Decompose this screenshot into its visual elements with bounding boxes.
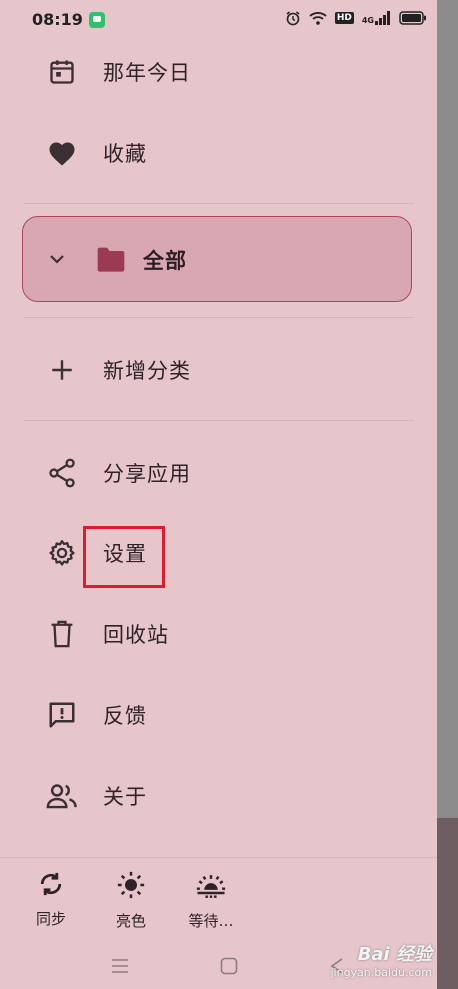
menu-item-label: 新增分类	[103, 359, 191, 383]
sync-button[interactable]: 同步	[16, 870, 86, 929]
share-icon	[44, 455, 80, 491]
menu-nav-icon[interactable]	[110, 957, 130, 979]
light-theme-button[interactable]: 亮色	[96, 870, 166, 931]
chat-app-icon	[89, 12, 105, 28]
watermark-url: jingyan.baidu.com	[330, 966, 432, 979]
trash-icon	[44, 616, 80, 652]
divider	[24, 203, 414, 204]
folder-icon	[95, 245, 127, 277]
wifi-icon	[309, 10, 327, 26]
sunrise-icon	[195, 870, 227, 904]
sync-label: 同步	[35, 910, 66, 928]
status-bar: 08:19 HD 4G	[0, 0, 437, 40]
menu-item-label: 回收站	[103, 623, 169, 647]
category-all[interactable]: 全部	[22, 216, 412, 302]
menu-item-on-this-day[interactable]: 那年今日	[0, 42, 437, 102]
home-nav-icon[interactable]	[220, 957, 238, 979]
divider	[24, 420, 414, 421]
plus-icon	[44, 352, 80, 388]
menu-item-label: 关于	[103, 785, 147, 809]
menu-item-about[interactable]: 关于	[0, 766, 437, 826]
category-label: 全部	[143, 249, 187, 273]
waiting-button[interactable]: 等待…	[176, 870, 246, 931]
menu-item-label: 收藏	[103, 142, 147, 166]
menu-item-recycle-bin[interactable]: 回收站	[0, 604, 437, 664]
settings-highlight-box	[83, 526, 165, 588]
sync-icon	[37, 870, 65, 902]
people-icon	[44, 778, 80, 814]
signal-icon: 4G	[362, 11, 391, 25]
status-icons: HD 4G	[285, 10, 427, 26]
battery-icon	[399, 11, 427, 25]
light-theme-label: 亮色	[115, 912, 146, 930]
menu-item-favorites[interactable]: 收藏	[0, 123, 437, 183]
scrim-content-strip	[437, 818, 458, 989]
baidu-jingyan-watermark: Bai 经验 jingyan.baidu.com	[330, 940, 432, 979]
alarm-icon	[285, 10, 301, 26]
menu-item-label: 反馈	[103, 704, 147, 728]
menu-item-settings[interactable]: 设置	[0, 523, 437, 583]
menu-item-label: 那年今日	[103, 61, 191, 85]
menu-item-label: 分享应用	[103, 462, 191, 486]
sun-icon	[116, 870, 146, 904]
menu-item-add-category[interactable]: 新增分类	[0, 340, 437, 400]
navigation-drawer: 那年今日 收藏 全部 新增分类 分享应用 设置 回收站 反馈 关于 同步 亮色 …	[0, 40, 437, 989]
status-time: 08:19	[32, 10, 83, 29]
menu-item-share-app[interactable]: 分享应用	[0, 443, 437, 503]
gear-icon	[44, 535, 80, 571]
waiting-label: 等待…	[188, 912, 234, 930]
network-type-label: 4G	[361, 16, 374, 25]
feedback-icon	[44, 697, 80, 733]
chevron-down-icon[interactable]	[45, 247, 69, 275]
hd-icon: HD	[334, 12, 354, 24]
heart-icon	[44, 135, 80, 171]
menu-item-feedback[interactable]: 反馈	[0, 685, 437, 745]
calendar-icon	[44, 54, 80, 90]
watermark-brand: Bai 经验	[357, 944, 432, 965]
bottom-action-bar: 同步 亮色 等待…	[0, 857, 437, 938]
divider	[24, 317, 414, 318]
